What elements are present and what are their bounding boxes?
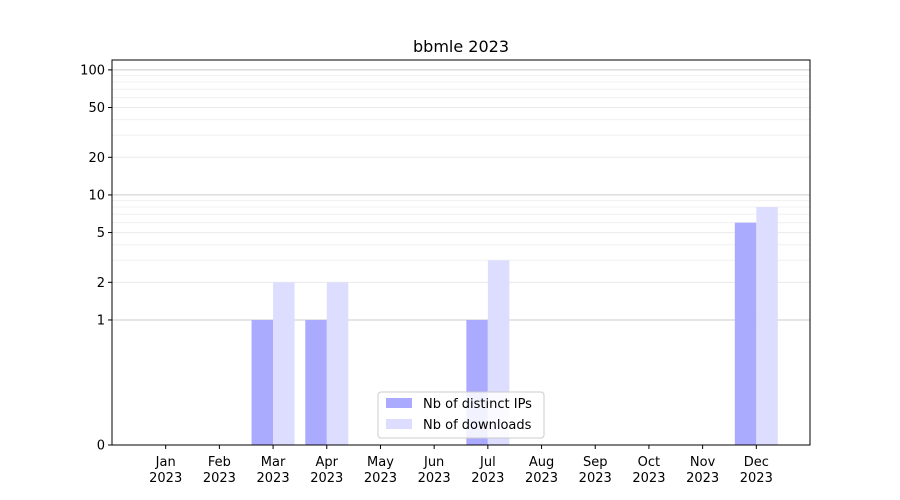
bar (305, 319, 327, 445)
y-tick-label: 100 (80, 63, 105, 78)
x-tick-label: Jan 2023 (149, 455, 182, 486)
x-axis: Jan 2023 Feb 2023 Mar 2023 Apr 2023 May 2023 Jun 20… (149, 445, 773, 486)
y-tick-label: 50 (88, 101, 105, 116)
legend-swatch-distinct-ips (386, 398, 412, 408)
x-tick-label: Feb 2023 (203, 455, 236, 486)
x-tick-label: Oct 2023 (632, 455, 665, 486)
y-tick-label: 20 (88, 151, 105, 166)
bar (251, 319, 274, 445)
legend-swatch-downloads (386, 419, 412, 429)
x-tick-label: Dec 2023 (740, 455, 773, 486)
x-tick-label: Jun 2023 (418, 455, 451, 486)
grid-lines (112, 69, 810, 321)
y-tick-label: 0 (97, 439, 105, 454)
y-axis: 0 1 2 5 10 20 50 100 (80, 63, 112, 454)
y-tick-label: 5 (97, 226, 105, 241)
bar (734, 222, 757, 445)
x-tick-label: May 2023 (364, 455, 397, 486)
plot-area (111, 59, 811, 446)
legend: Nb of distinct IPs Nb of downloads (377, 391, 545, 439)
x-tick-label: Jul 2023 (471, 455, 504, 486)
x-tick-label: Nov 2023 (686, 455, 719, 486)
x-tick-label: Aug 2023 (525, 455, 558, 486)
bar (756, 207, 778, 445)
y-tick-label: 2 (97, 276, 105, 291)
y-tick-label: 10 (88, 188, 105, 203)
bar (326, 282, 349, 445)
x-tick-label: Apr 2023 (310, 455, 343, 486)
x-tick-label: Mar 2023 (257, 455, 290, 486)
legend-label-distinct-ips: Nb of distinct IPs (423, 397, 532, 412)
chart-title: bbmle 2023 (413, 37, 509, 56)
x-tick-label: Sep 2023 (579, 455, 612, 486)
bar (273, 282, 295, 445)
y-tick-label: 1 (97, 313, 105, 328)
legend-label-downloads: Nb of downloads (423, 418, 532, 433)
bar-chart: bbmle 2023 0 1 2 5 10 20 50 100 Jan 2023 Feb 2023 M… (80, 37, 811, 486)
